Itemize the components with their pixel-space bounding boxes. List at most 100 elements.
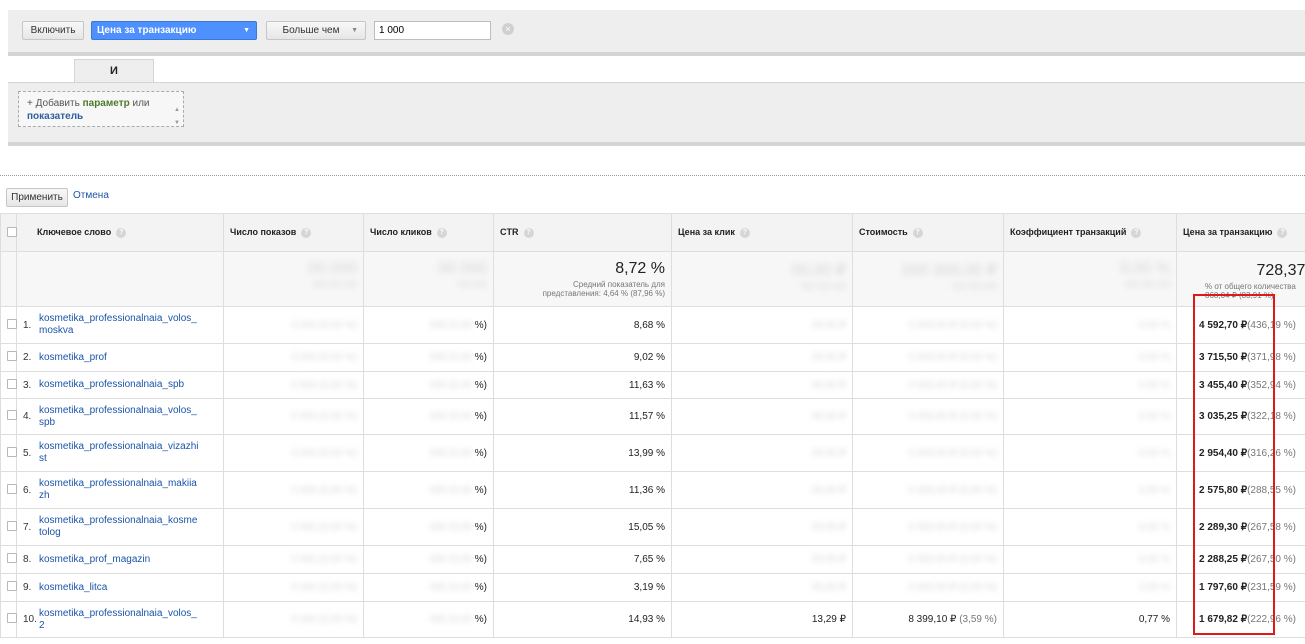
cpt-cell: 3 715,50 ₽(371,98 %) <box>1176 343 1305 372</box>
keyword-link[interactable]: kosmetika_professionalnaia_makiia zh <box>39 478 207 502</box>
row-index: 7. <box>23 521 32 533</box>
operator-select[interactable]: Больше чем ▼ <box>266 21 366 40</box>
table-row: 2. kosmetika_prof 0 000 (0,00 %) 000 (0,00 … <box>0 343 1305 372</box>
keyword-cell: 1. kosmetika_professionalnaia_volos_ moskv… <box>16 306 224 344</box>
row-index: 6. <box>23 484 32 496</box>
table-header: Ключевое слово? Число показов? Число кли… <box>0 213 1305 252</box>
keyword-link[interactable]: kosmetika_prof <box>39 352 207 364</box>
keyword-link[interactable]: kosmetika_professionalnaia_spb <box>39 379 207 391</box>
cpt-pct: (222,96 %) <box>1247 614 1296 625</box>
conv-cell: 0,00 % <box>1003 573 1177 602</box>
cost-cell: 8 399,10 ₽ (3,59 %) <box>852 601 1004 638</box>
keyword-line-2: moskva <box>39 325 74 336</box>
table-row: 6. kosmetika_professionalnaia_makiia zh 0 0… <box>0 471 1305 509</box>
cpt-value: 3 715,50 ₽ <box>1199 352 1248 363</box>
row-index: 8. <box>23 554 32 565</box>
cpc-cell: 00,00 ₽ <box>671 371 853 399</box>
conv-cell: 0,00 % <box>1003 471 1177 509</box>
cpc-cell: 00,00 ₽ <box>671 471 853 509</box>
row-checkbox[interactable] <box>7 446 17 457</box>
summary-ctr-value: 8,72 % <box>615 260 665 277</box>
keyword-link[interactable]: kosmetika_professionalnaia_kosme tolog <box>39 515 207 539</box>
row-checkbox[interactable] <box>7 553 17 563</box>
cpt-pct: (352,94 %) <box>1247 379 1296 391</box>
keyword-link[interactable]: kosmetika_professionalnaia_vizazhi st <box>39 441 207 465</box>
help-icon[interactable]: ? <box>301 227 312 238</box>
row-checkbox[interactable] <box>7 520 17 531</box>
keyword-link[interactable]: kosmetika_litca <box>39 582 207 594</box>
chevron-down-icon: ▼ <box>351 27 358 34</box>
include-button[interactable]: Включить <box>22 21 84 40</box>
col-impressions[interactable]: Число показов? <box>223 213 364 252</box>
col-keyword-label: Ключевое слово <box>37 227 112 238</box>
help-icon[interactable]: ? <box>116 227 127 238</box>
keyword-cell: 2. kosmetika_prof <box>16 343 224 372</box>
keyword-line-1: kosmetika_litca <box>39 581 108 593</box>
summary-cpt-note-1: % от общего количества <box>1205 282 1296 291</box>
row-checkbox[interactable] <box>7 581 17 591</box>
add-param-text: параметр <box>82 98 130 109</box>
row-checkbox[interactable] <box>7 483 17 494</box>
keyword-link[interactable]: kosmetika_professionalnaia_volos_ moskva <box>39 313 207 337</box>
row-index: 4. <box>23 411 32 422</box>
dimension-select[interactable]: Цена за транзакцию ▼ <box>91 21 257 40</box>
row-checkbox[interactable] <box>7 351 17 361</box>
ctr-cell: 9,02 % <box>493 343 672 372</box>
cancel-link[interactable]: Отмена <box>73 190 109 201</box>
impressions-cell: 0 000 (0,00 %) <box>223 601 364 638</box>
keyword-line-1: kosmetika_professionalnaia_volos_ <box>39 313 197 324</box>
divider <box>0 175 1305 176</box>
help-icon[interactable]: ? <box>739 227 750 238</box>
clicks-cell: 000 (0,00 %) <box>363 471 494 509</box>
col-cost[interactable]: Стоимость? <box>852 213 1004 252</box>
cost-cell: 0 000,00 ₽ (0,00 %) <box>852 573 1004 602</box>
close-icon[interactable]: × <box>502 23 514 35</box>
impressions-cell: 0 000 (0,00 %) <box>223 398 364 435</box>
cpt-pct: (322,18 %) <box>1247 411 1296 422</box>
row-checkbox[interactable] <box>7 410 17 420</box>
col-cpc[interactable]: Цена за клик? <box>671 213 853 252</box>
ctr-cell: 13,99 % <box>493 434 672 472</box>
ctr-cell: 3,19 % <box>493 573 672 602</box>
help-icon[interactable]: ? <box>1131 227 1142 238</box>
help-icon[interactable]: ? <box>523 227 534 238</box>
col-cost-per-transaction[interactable]: Цена за транзакцию? <box>1176 213 1305 252</box>
summary-cpt-note-2: 868,04 ₽ (83,91 %) <box>1205 291 1274 300</box>
cpt-pct: (231,59 %) <box>1247 582 1296 593</box>
help-icon[interactable]: ? <box>912 227 923 238</box>
select-all-checkbox[interactable] <box>7 226 17 237</box>
cpc-cell: 00,00 ₽ <box>671 343 853 372</box>
impressions-cell: 0 000 (0,00 %) <box>223 434 364 472</box>
cpt-pct: (436,19 %) <box>1247 319 1296 331</box>
keyword-link[interactable]: kosmetika_prof_magazin <box>39 554 207 566</box>
add-prefix: + Добавить <box>27 98 80 109</box>
cost-cell: 0 000,00 ₽ (0,00 %) <box>852 371 1004 399</box>
col-clicks[interactable]: Число кликов? <box>363 213 494 252</box>
keyword-cell: 10. kosmetika_professionalnaia_volos_ 2 <box>16 601 224 638</box>
summary-cost: 000 000,00 ₽000 000 000 <box>852 251 1004 307</box>
apply-button[interactable]: Применить <box>6 188 68 207</box>
conv-cell: 0,00 % <box>1003 371 1177 399</box>
summary-ctr-note-1: Средний показатель для <box>573 280 665 289</box>
row-checkbox[interactable] <box>7 613 17 623</box>
conv-cell: 0,00 % <box>1003 398 1177 435</box>
cpt-value: 2 575,80 ₽ <box>1199 484 1248 496</box>
col-conversion-rate[interactable]: Коэффициент транзакций? <box>1003 213 1177 252</box>
summary-cpc: 00,00 ₽000 000 000 <box>671 251 853 307</box>
filter-value-input[interactable] <box>374 21 491 40</box>
col-cpc-label: Цена за клик <box>678 227 735 238</box>
row-checkbox[interactable] <box>7 318 17 329</box>
impressions-cell: 0 000 (0,00 %) <box>223 471 364 509</box>
help-icon[interactable]: ? <box>436 227 447 238</box>
help-icon[interactable]: ? <box>1277 227 1288 238</box>
col-keyword[interactable]: Ключевое слово? <box>16 213 224 252</box>
keyword-link[interactable]: kosmetika_professionalnaia_volos_ spb <box>39 405 207 429</box>
cost-cell: 0 000,00 ₽ (0,00 %) <box>852 343 1004 372</box>
summary-ctr: 8,72 % Средний показатель для представле… <box>493 251 672 307</box>
keyword-link[interactable]: kosmetika_professionalnaia_volos_ 2 <box>39 608 207 632</box>
keyword-cell: 6. kosmetika_professionalnaia_makiia zh <box>16 471 224 509</box>
col-ctr[interactable]: CTR? <box>493 213 672 252</box>
row-checkbox[interactable] <box>7 378 17 389</box>
select-all-cell <box>0 213 17 252</box>
add-parameter-dropdown[interactable]: + Добавить параметр или показатель ▲ ▼ <box>18 91 184 127</box>
